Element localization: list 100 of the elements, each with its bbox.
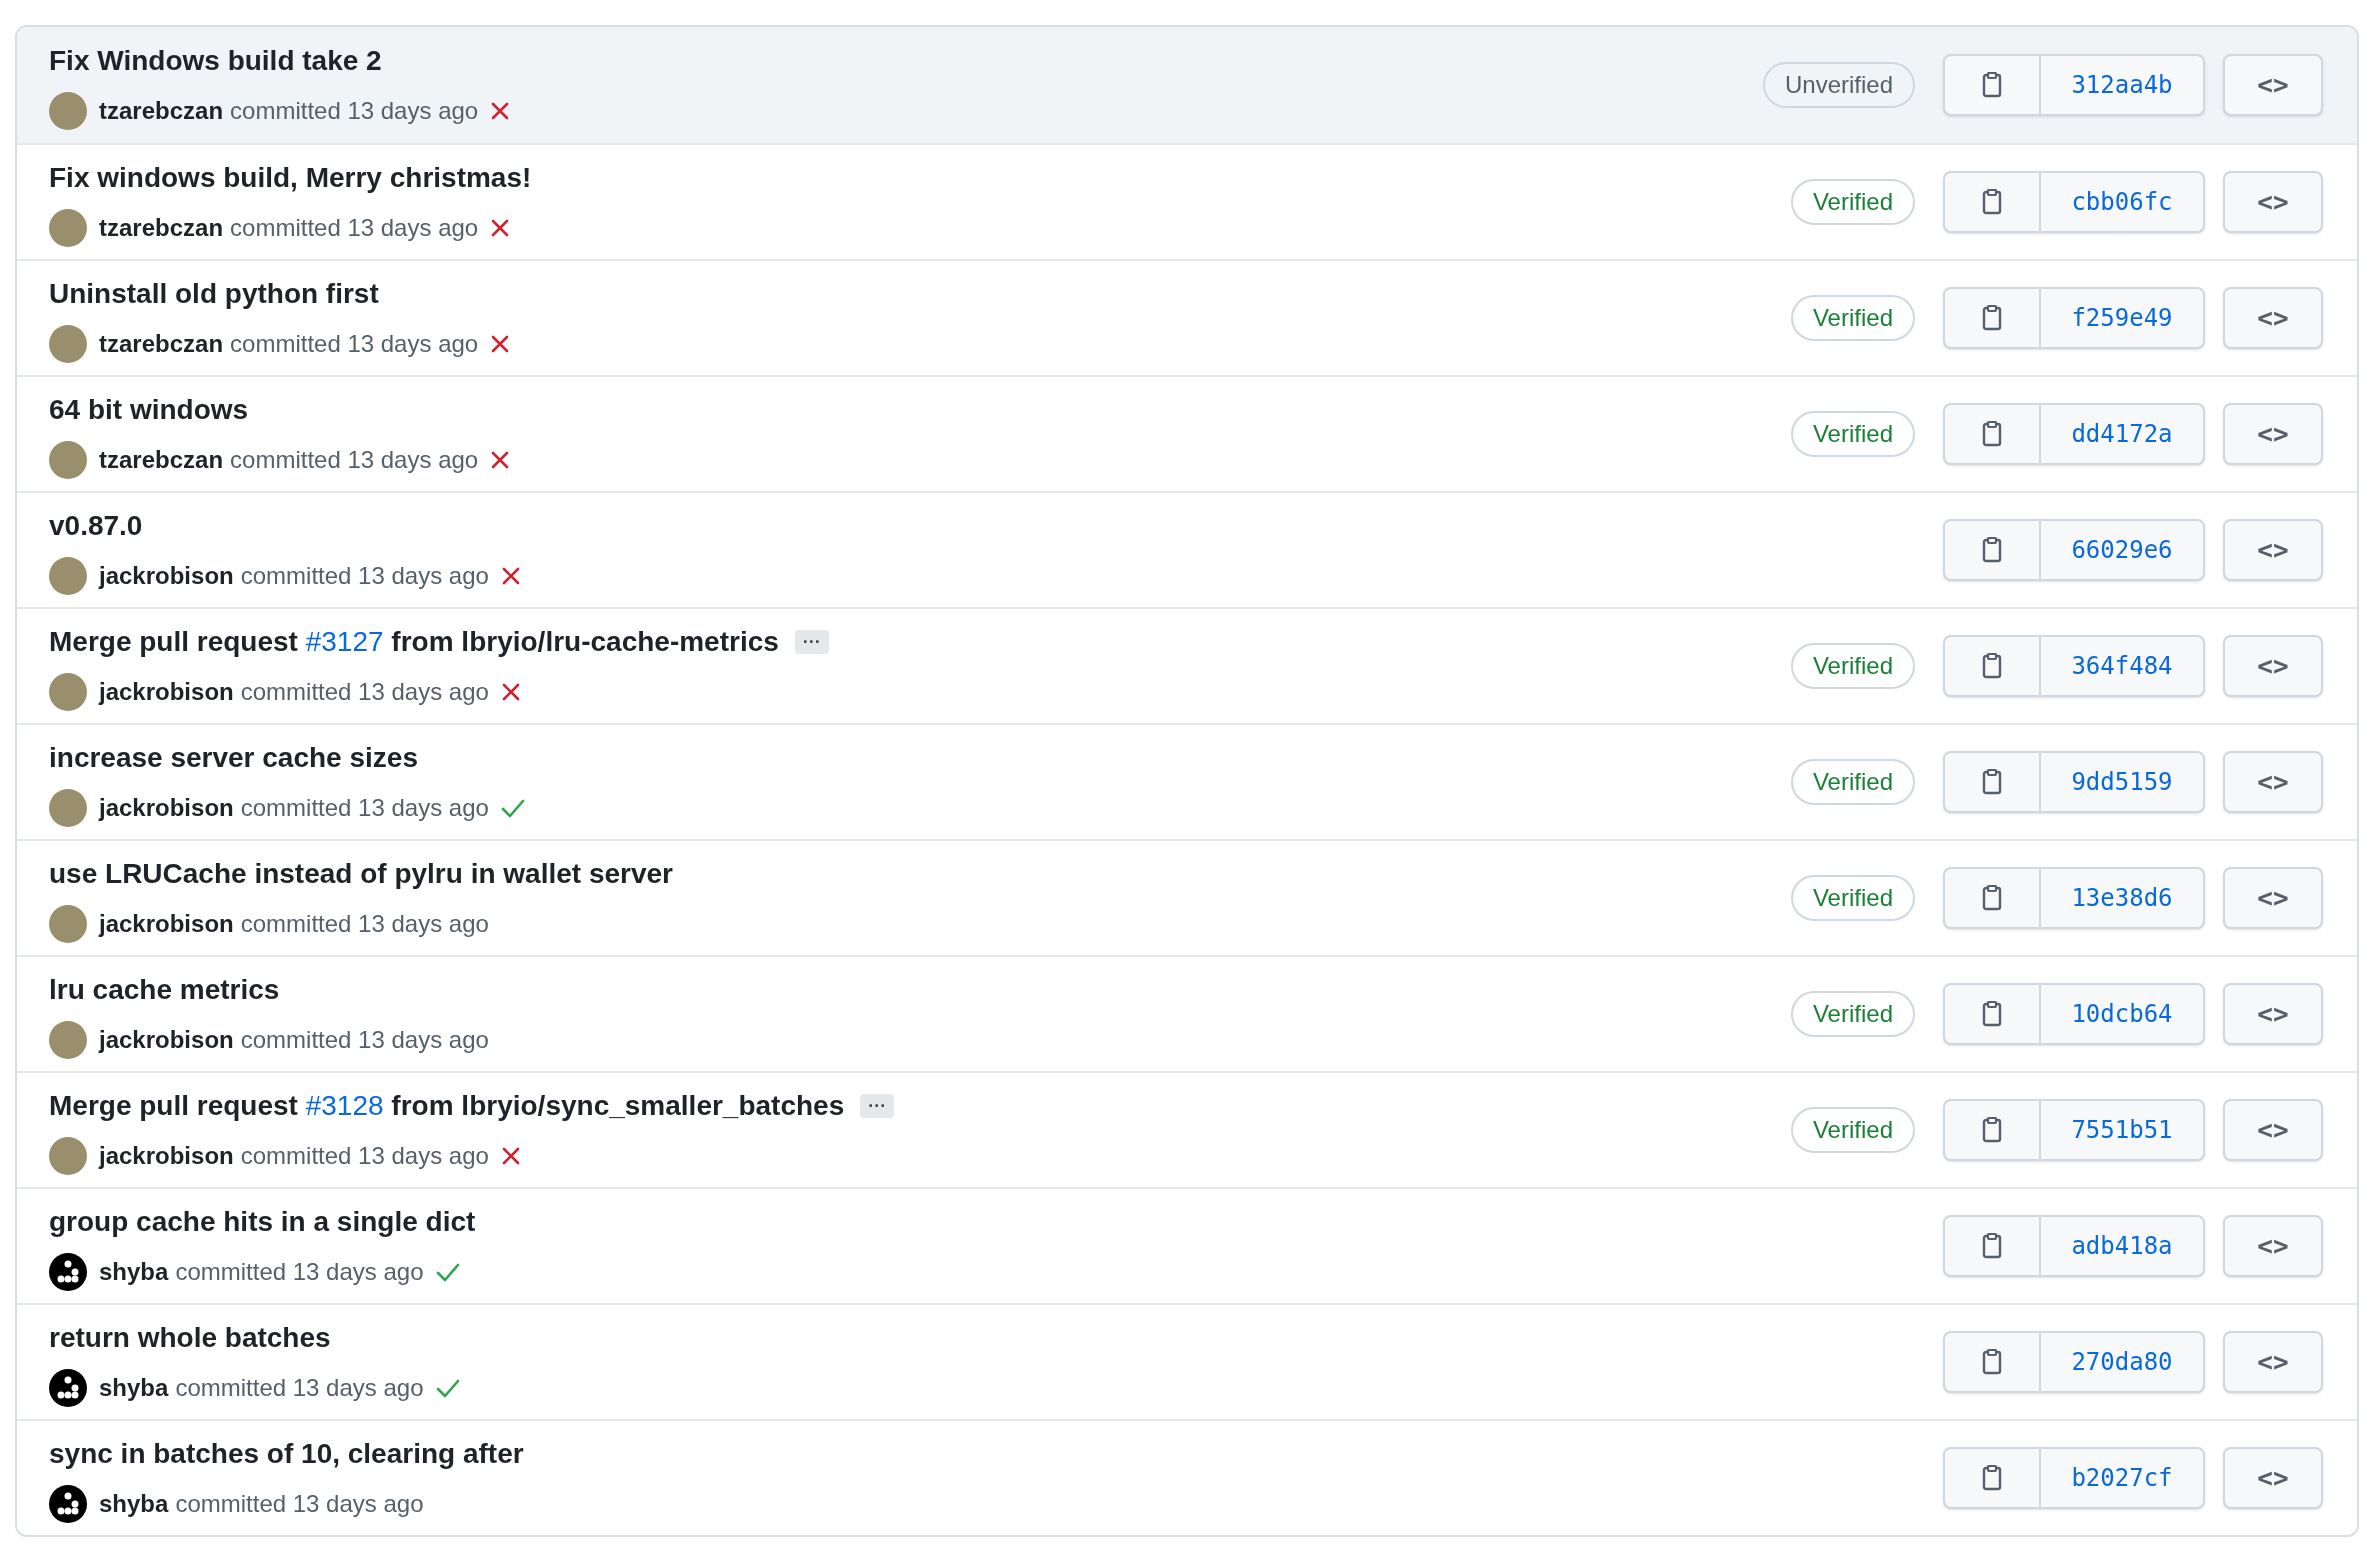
commit-time: committed 13 days ago [240, 677, 489, 707]
verification-badge[interactable]: Verified [1790, 875, 1915, 921]
clipboard-icon [1982, 421, 2002, 447]
browse-files-button[interactable]: <> [2223, 287, 2323, 349]
commit-time: committed 13 days ago [240, 1025, 489, 1055]
commit-time: committed 13 days ago [175, 1373, 424, 1403]
clipboard-icon [1982, 1001, 2002, 1027]
clipboard-icon [1982, 653, 2002, 679]
browse-files-button[interactable]: <> [2223, 1215, 2323, 1277]
commit-time: committed 13 days ago [230, 329, 479, 359]
verification-badge[interactable]: Unverified [1762, 62, 1915, 108]
commit-time: committed 13 days ago [175, 1489, 424, 1519]
commit-title[interactable]: lru cache metrics [49, 969, 280, 1011]
author-link[interactable]: shyba [99, 1254, 169, 1290]
avatar-photo-placeholder [49, 1137, 87, 1175]
author-link[interactable]: jackrobison [99, 558, 234, 594]
x-icon[interactable] [490, 101, 511, 121]
avatar-photo-placeholder [49, 209, 87, 247]
x-icon[interactable] [500, 1146, 521, 1166]
author-link[interactable]: jackrobison [99, 674, 234, 710]
commit-title[interactable]: increase server cache sizes [49, 737, 418, 779]
commit-title[interactable]: 64 bit windows [49, 389, 249, 431]
x-icon[interactable] [500, 566, 521, 586]
commit-title[interactable]: group cache hits in a single dict [49, 1201, 476, 1243]
author-link[interactable]: shyba [99, 1370, 169, 1406]
checkmark-icon[interactable] [435, 1378, 460, 1398]
commit-time: committed 13 days ago [240, 1141, 489, 1171]
commit-title[interactable]: Uninstall old python first [49, 273, 379, 315]
checkmark-icon[interactable] [435, 1262, 460, 1282]
pull-request-link[interactable]: #3128 [305, 1090, 384, 1121]
author-link[interactable]: jackrobison [99, 1022, 234, 1058]
commit-title[interactable]: sync in batches of 10, clearing after [49, 1433, 524, 1475]
author-link[interactable]: tzarebczan [99, 210, 224, 246]
commit-title[interactable]: Fix Windows build take 2 [49, 40, 382, 82]
clipboard-icon [1982, 885, 2002, 911]
clipboard-icon [1982, 537, 2002, 563]
browse-files-button[interactable]: <> [2223, 751, 2323, 813]
author-link[interactable]: shyba [99, 1486, 169, 1522]
avatar-photo-placeholder [49, 673, 87, 711]
commit-title[interactable]: Merge pull request #3127 from lbryio/lru-cache-metrics [49, 621, 779, 663]
x-icon[interactable] [500, 682, 521, 702]
commit-time: committed 13 days ago [230, 96, 479, 126]
avatar-photo-placeholder [49, 1021, 87, 1059]
browse-files-button[interactable]: <> [2223, 1099, 2323, 1161]
verification-badge[interactable]: Verified [1790, 759, 1915, 805]
pull-request-link[interactable]: #3127 [305, 626, 384, 657]
verification-badge[interactable]: Verified [1790, 295, 1915, 341]
browse-files-button[interactable]: <> [2223, 635, 2323, 697]
avatar-photo-placeholder [49, 325, 87, 363]
checkmark-icon[interactable] [500, 798, 525, 818]
clipboard-icon [1982, 1233, 2002, 1259]
clipboard-icon [1982, 1465, 2002, 1491]
commit-title[interactable]: use LRUCache instead of pylru in wallet server [49, 853, 673, 895]
browse-files-button[interactable]: <> [2223, 1331, 2323, 1393]
browse-files-button[interactable]: <> [2223, 519, 2323, 581]
author-link[interactable]: jackrobison [99, 1138, 234, 1174]
avatar-icon [49, 1369, 87, 1407]
commit-title[interactable]: v0.87.0 [49, 505, 143, 547]
commit-title[interactable]: Merge pull request #3128 from lbryio/sync_smaller_batches [49, 1085, 845, 1127]
browse-files-button[interactable]: <> [2223, 54, 2323, 116]
commit-time: committed 13 days ago [240, 793, 489, 823]
browse-files-button[interactable]: <> [2223, 867, 2323, 929]
clipboard-icon [1982, 769, 2002, 795]
verification-badge[interactable]: Verified [1790, 1107, 1915, 1153]
clipboard-icon [1982, 305, 2002, 331]
x-icon[interactable] [490, 218, 511, 238]
author-link[interactable]: tzarebczan [99, 93, 224, 129]
expand-message-button[interactable]: ··· [860, 1094, 895, 1118]
avatar-icon [49, 1485, 87, 1523]
author-link[interactable]: jackrobison [99, 906, 234, 942]
commit-time: committed 13 days ago [240, 561, 489, 591]
avatar-photo-placeholder [49, 557, 87, 595]
commit-time: committed 13 days ago [175, 1257, 424, 1287]
clipboard-icon [1982, 189, 2002, 215]
verification-badge[interactable]: Verified [1790, 411, 1915, 457]
avatar-photo-placeholder [49, 789, 87, 827]
expand-message-button[interactable]: ··· [794, 630, 829, 654]
browse-files-button[interactable]: <> [2223, 403, 2323, 465]
author-link[interactable]: tzarebczan [99, 326, 224, 362]
clipboard-icon [1982, 1349, 2002, 1375]
verification-badge[interactable]: Verified [1790, 643, 1915, 689]
clipboard-icon [1982, 72, 2002, 98]
browse-files-button[interactable]: <> [2223, 983, 2323, 1045]
avatar-photo-placeholder [49, 441, 87, 479]
author-link[interactable]: jackrobison [99, 790, 234, 826]
x-icon[interactable] [490, 450, 511, 470]
avatar-photo-placeholder [49, 905, 87, 943]
commit-time: committed 13 days ago [240, 909, 489, 939]
commit-title[interactable]: Fix windows build, Merry christmas! [49, 157, 532, 199]
x-icon[interactable] [490, 334, 511, 354]
verification-badge[interactable]: Verified [1790, 179, 1915, 225]
browse-files-button[interactable]: <> [2223, 1447, 2323, 1509]
author-link[interactable]: tzarebczan [99, 442, 224, 478]
avatar-icon [49, 1253, 87, 1291]
browse-files-button[interactable]: <> [2223, 171, 2323, 233]
avatar-photo-placeholder [49, 92, 87, 130]
verification-badge[interactable]: Verified [1790, 991, 1915, 1037]
commit-time: committed 13 days ago [230, 445, 479, 475]
commit-title[interactable]: return whole batches [49, 1317, 331, 1359]
commit-time: committed 13 days ago [230, 213, 479, 243]
